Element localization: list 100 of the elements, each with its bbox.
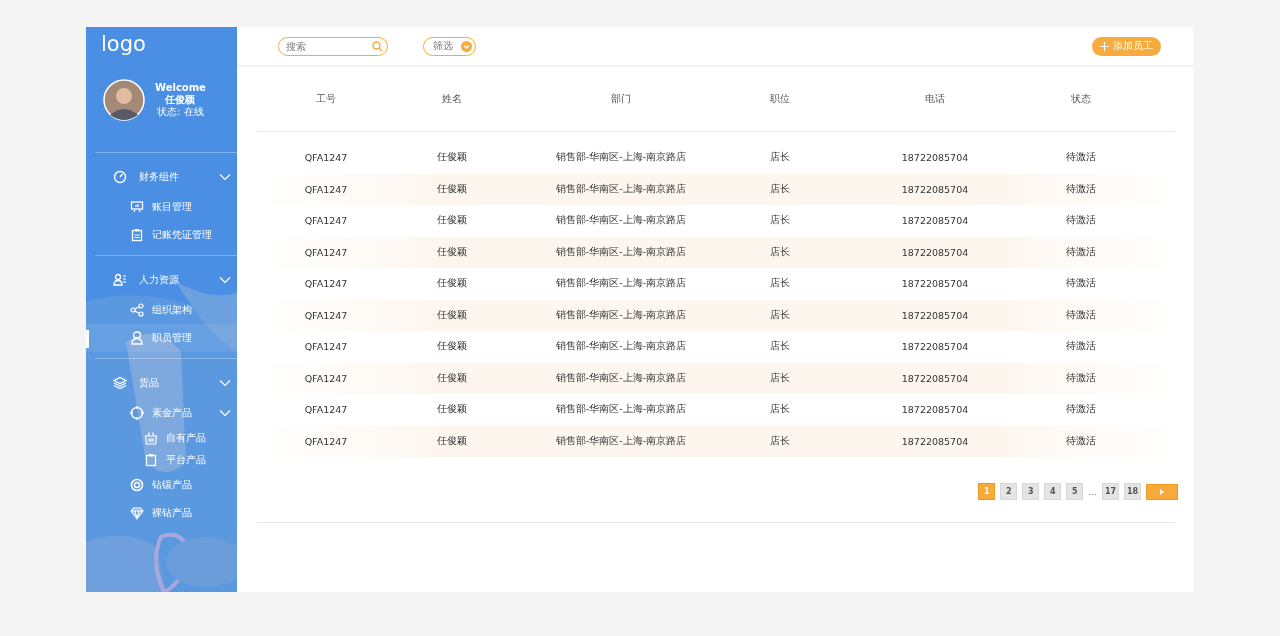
table-cell-text: 任俊颖 [436,403,468,417]
column-header: 姓名 [441,92,463,106]
table-cell-text: 待激活 [1065,277,1097,291]
table-cell-text: 任俊颖 [436,434,468,448]
table-cell-text: QFA1247 [303,152,349,164]
table-cell-text: 销售部-华南区-上海-南京路店 [554,182,688,196]
table-cell-text: 销售部-华南区-上海-南京路店 [554,214,688,228]
avatar [103,79,145,121]
filter-dropdown[interactable]: 筛选 [423,36,476,56]
sidebar-item[interactable]: 人力资源 [86,264,237,296]
crosshair-icon [130,406,144,420]
table-cell-text: 销售部-华南区-上海-南京路店 [554,277,688,291]
table-cell-text: 18722085704 [900,246,970,258]
table-cell-text: QFA1247 [303,435,349,447]
page-button[interactable]: 3 [1022,483,1040,500]
table-cell-text: 任俊颖 [436,277,468,291]
next-page-button[interactable] [1146,483,1178,500]
table-cell-text: QFA1247 [303,183,349,195]
table-cell-text: 待激活 [1065,151,1097,165]
column-header: 工号 [315,92,337,106]
presentation-icon [130,200,144,214]
table-cell-text: 待激活 [1065,434,1097,448]
logo: logo [101,31,146,57]
page-button[interactable]: 1 [978,483,996,500]
greeting: Welcome [155,82,206,94]
table-cell-text: 任俊颖 [436,151,468,165]
sidebar-item[interactable]: 裸钻产品 [86,499,237,527]
search-field[interactable]: 搜索 [278,36,388,56]
table-cell-text: 18722085704 [900,183,970,195]
user-list-icon [113,273,127,287]
page-button[interactable]: 2 [1000,483,1018,500]
layers-icon [113,376,127,390]
table-cell-text: 任俊颖 [436,214,468,228]
table-cell-text: 店长 [769,434,791,448]
diamond-icon [130,506,144,520]
sidebar-item[interactable]: 财务组件 [86,161,237,193]
table-cell-text: 店长 [769,308,791,322]
sidebar-item[interactable]: 账目管理 [86,193,237,221]
sidebar-item[interactable]: 钻镶产品 [86,471,237,499]
table-cell-text: 店长 [769,403,791,417]
column-header: 电话 [924,92,946,106]
table-cell-text: 待激活 [1065,245,1097,259]
column-header: 状态 [1070,92,1092,106]
table-cell-text: 销售部-华南区-上海-南京路店 [554,403,688,417]
table-cell-text: 18722085704 [900,435,970,447]
sidebar-item[interactable]: 素金产品 [86,399,237,427]
user-name: 任俊颖 [165,94,196,106]
user-icon [130,331,144,345]
basket-icon [144,431,158,445]
table-cell-text: 店长 [769,277,791,291]
table-cell-text: 店长 [769,340,791,354]
table-cell-text: QFA1247 [303,246,349,258]
page-button[interactable]: 4 [1044,483,1062,500]
table-cell-text: 店长 [769,371,791,385]
table-cell-text: QFA1247 [303,372,349,384]
play-icon [1159,488,1165,495]
table-cell-text: 店长 [769,182,791,196]
table-cell-text: 待激活 [1065,371,1097,385]
column-header: 部门 [610,92,632,106]
table-cell-text: 销售部-华南区-上海-南京路店 [554,308,688,322]
sidebar-item[interactable]: 平台产品 [86,449,237,471]
ellipsis: ... [1088,486,1097,497]
table-cell-text: 销售部-华南区-上海-南京路店 [554,340,688,354]
page-button[interactable]: 5 [1066,483,1084,500]
table-cell-text: 店长 [769,245,791,259]
table-cell-text: 18722085704 [900,152,970,164]
table-cell-text: 待激活 [1065,182,1097,196]
table-cell-text: QFA1247 [303,404,349,416]
sidebar-item[interactable]: 自有产品 [86,427,237,449]
gauge-icon [113,170,127,184]
sidebar-item[interactable]: 组织架构 [86,296,237,324]
table-cell-text: 销售部-华南区-上海-南京路店 [554,434,688,448]
table-cell-text: 18722085704 [900,215,970,227]
table-cell-text: 待激活 [1065,340,1097,354]
page-button[interactable]: 18 [1124,483,1141,500]
clipboard-icon [144,453,158,467]
table-cell-text: 任俊颖 [436,245,468,259]
table-cell-text: 销售部-华南区-上海-南京路店 [554,371,688,385]
sidebar-item[interactable]: 职员管理 [86,324,237,352]
table-cell-text: 销售部-华南区-上海-南京路店 [554,151,688,165]
table-cell-text: 任俊颖 [436,182,468,196]
plus-icon [1100,41,1109,51]
table-cell-text: 待激活 [1065,403,1097,417]
table-cell-text: QFA1247 [303,215,349,227]
add-employee-button[interactable]: 添加员工 [1092,36,1161,56]
sidebar-item[interactable]: 记账凭证管理 [86,221,237,249]
search-icon [372,40,383,52]
table-cell-text: 18722085704 [900,341,970,353]
table-cell-text: 任俊颖 [436,340,468,354]
table-cell-text: QFA1247 [303,341,349,353]
clipboard-icon [130,228,144,242]
page-button[interactable]: 17 [1102,483,1119,500]
table-cell-text: 待激活 [1065,308,1097,322]
table-cell-text: 任俊颖 [436,371,468,385]
table-cell-text: 任俊颖 [436,308,468,322]
column-header: 职位 [769,92,791,106]
table-cell-text: 18722085704 [900,309,970,321]
table-cell-text: 销售部-华南区-上海-南京路店 [554,245,688,259]
sidebar-item[interactable]: 货品 [86,367,237,399]
chevron-icon [461,40,472,52]
